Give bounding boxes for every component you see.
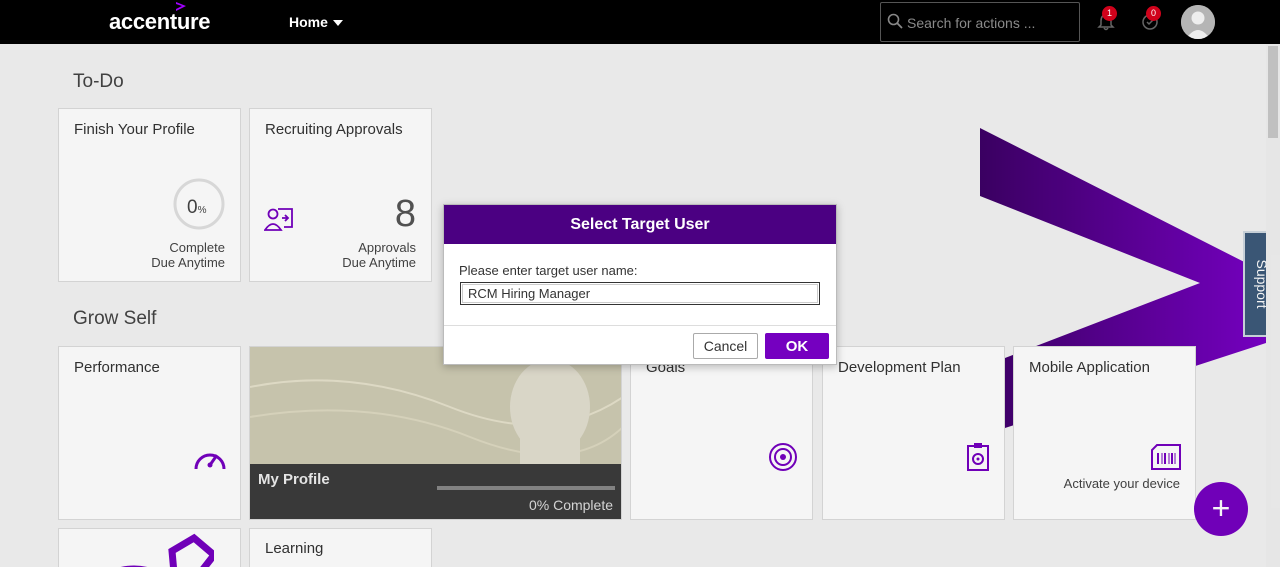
accenture-logo[interactable]: accenture [109,9,211,35]
ok-button[interactable]: OK [765,333,829,359]
target-user-input[interactable] [460,282,820,305]
user-silhouette-icon [1181,5,1215,39]
home-menu-label: Home [289,14,328,30]
dialog-title: Select Target User [444,205,836,244]
search-icon [887,13,903,29]
dialog-divider [444,325,836,326]
dialog-label: Please enter target user name: [459,263,638,278]
search-input[interactable] [907,13,1075,33]
chevron-down-icon [332,20,343,27]
select-target-user-dialog: Select Target User Please enter target u… [443,204,837,365]
notification-badge: 1 [1102,6,1117,21]
cancel-button[interactable]: Cancel [693,333,758,359]
approvals-badge: 0 [1146,6,1161,21]
avatar[interactable] [1181,5,1215,39]
home-menu[interactable]: Home [289,14,343,30]
logo-mark-icon [176,2,186,11]
search-box[interactable] [880,2,1080,42]
top-header: accenture Home 1 0 [0,0,1280,44]
